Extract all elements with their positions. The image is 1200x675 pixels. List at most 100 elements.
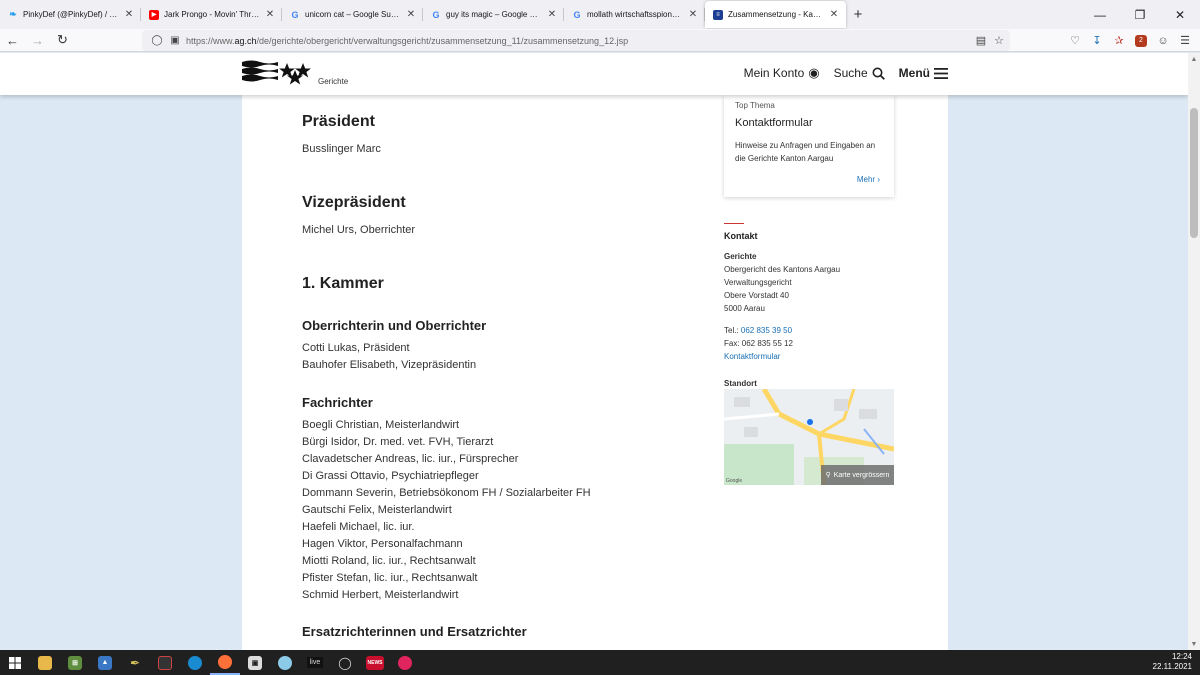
back-icon[interactable]: ←: [0, 29, 25, 52]
mehr-label: Mehr: [856, 175, 876, 184]
tab-title: unicorn cat – Google Suche: [305, 10, 401, 19]
account-icon[interactable]: ☺: [1152, 29, 1174, 52]
close-tab-icon[interactable]: ✕: [264, 9, 276, 20]
chat-bubble-icon: [278, 655, 292, 670]
oberrichter-item: Bauhofer Elisabeth, Vizepräsidentin: [302, 359, 477, 371]
browser-tab[interactable]: ≡ Zusammensetzung - Kanton Aa ✕: [705, 1, 846, 28]
top-thema-card[interactable]: Top Thema Kontaktformular Hinweise zu An…: [724, 95, 894, 197]
fachrichter-item: Boegli Christian, Meisterlandwirt: [302, 419, 460, 431]
taskbar: ⊞ ▲ ✒ ▣ live ◯ NEWS 12:24 22.11.2021: [0, 650, 1200, 675]
suche-link[interactable]: Suche: [834, 66, 885, 80]
praesident-heading: Präsident: [302, 113, 375, 130]
menu-label: Menü: [898, 66, 930, 80]
task-firefox[interactable]: [210, 650, 240, 675]
browser-tab[interactable]: Gmollath wirtschaftsspionage - G ✕: [564, 0, 705, 29]
tab-title: Jark Prongo - Movin' Thru Your: [164, 10, 260, 19]
extension-icon[interactable]: ✰: [1108, 29, 1130, 52]
forward-icon[interactable]: →: [25, 29, 50, 52]
start-button[interactable]: [0, 650, 30, 675]
task-photos[interactable]: ▲: [90, 650, 120, 675]
top-thema-title: Kontaktformular: [735, 117, 813, 129]
url-bar[interactable]: ◯ ▣ https://www.ag.ch/de/gerichte/oberge…: [142, 30, 1010, 51]
mehr-link[interactable]: Mehr ›: [857, 175, 880, 184]
scroll-down-icon[interactable]: ▼: [1188, 638, 1200, 650]
tab-title: PinkyDef (@PinkyDef) / Twitter: [23, 10, 119, 19]
fachrichter-item: Miotti Roland, lic. iur., Rechtsanwalt: [302, 555, 476, 567]
tab-title: Zusammensetzung - Kanton Aa: [728, 10, 824, 19]
pocket-icon[interactable]: ♡: [1064, 29, 1086, 52]
task-news[interactable]: NEWS: [360, 650, 390, 675]
browser-tab[interactable]: ▶ Jark Prongo - Movin' Thru Your ✕: [141, 0, 282, 29]
task-clock-app[interactable]: ◯: [330, 650, 360, 675]
nav-bar: ← → ↻ ◯ ▣ https://www.ag.ch/de/gerichte/…: [0, 29, 1200, 52]
url-prefix: https://www.: [186, 35, 235, 46]
scroll-up-icon[interactable]: ▲: [1188, 53, 1200, 65]
task-edge[interactable]: [180, 650, 210, 675]
mein-konto-link[interactable]: Mein Konto ◉: [744, 65, 820, 81]
scrollbar[interactable]: ▲ ▼: [1188, 53, 1200, 650]
browser-tab[interactable]: Gunicorn cat – Google Suche ✕: [282, 0, 423, 29]
shield-icon[interactable]: ◯: [150, 35, 164, 46]
reader-view-icon[interactable]: ▤: [976, 34, 986, 47]
youtube-icon: ▶: [149, 9, 159, 20]
kontakt-fax: Fax: 062 835 55 12: [724, 339, 793, 348]
folder-icon: [38, 655, 52, 670]
kontaktformular-link[interactable]: Kontaktformular: [724, 350, 780, 363]
fachrichter-item: Pfister Stefan, lic. iur., Rechtsanwalt: [302, 572, 478, 584]
ublock-icon[interactable]: 2: [1130, 29, 1152, 52]
close-tab-icon[interactable]: ✕: [828, 9, 840, 20]
clock-time: 12:24: [1171, 652, 1192, 661]
task-bubble[interactable]: [270, 650, 300, 675]
lock-icon[interactable]: ▣: [168, 35, 182, 46]
scrollbar-thumb[interactable]: [1190, 108, 1198, 238]
fachrichter-item: Schmid Herbert, Meisterlandwirt: [302, 589, 459, 601]
url-text[interactable]: https://www.ag.ch/de/gerichte/obergerich…: [186, 36, 628, 46]
aargau-flag-icon: ≡: [713, 9, 723, 20]
tab-title: mollath wirtschaftsspionage - G: [587, 10, 683, 19]
karte-vergroessern-button[interactable]: ⚲ Karte vergrössern: [821, 465, 894, 485]
tel-link[interactable]: 062 835 39 50: [741, 326, 792, 335]
close-tab-icon[interactable]: ✕: [687, 9, 699, 20]
window-controls: — ❐ ✕: [1080, 0, 1200, 29]
task-pink-app[interactable]: [390, 650, 420, 675]
header-nav: Mein Konto ◉ Suche Menü: [744, 65, 948, 81]
browser-tab[interactable]: ❧ PinkyDef (@PinkyDef) / Twitter ✕: [0, 0, 141, 29]
location-map[interactable]: Google ⚲ Karte vergrössern: [724, 389, 894, 485]
close-tab-icon[interactable]: ✕: [405, 9, 417, 20]
task-calculator[interactable]: ⊞: [60, 650, 90, 675]
app-menu-icon[interactable]: ☰: [1174, 29, 1196, 52]
kammer-heading: 1. Kammer: [302, 275, 384, 292]
close-tab-icon[interactable]: ✕: [546, 9, 558, 20]
task-app-window[interactable]: ▣: [240, 650, 270, 675]
browser-tab[interactable]: Gguy its magic – Google Suche ✕: [423, 0, 564, 29]
pink-app-icon: [398, 655, 412, 670]
zoom-icon: ⚲: [825, 472, 831, 479]
menu-button[interactable]: Menü: [899, 66, 948, 80]
reload-icon[interactable]: ↻: [50, 29, 75, 52]
new-tab-button[interactable]: +: [846, 0, 870, 29]
aargau-logo[interactable]: [242, 59, 312, 85]
system-clock[interactable]: 12:24 22.11.2021: [1153, 652, 1192, 672]
top-thema-description: Hinweise zu Anfragen und Eingaben an die…: [735, 141, 876, 163]
site-header: Gerichte Mein Konto ◉ Suche Menü: [0, 53, 1188, 95]
map-google-label: Google: [726, 478, 743, 484]
google-icon: G: [432, 9, 440, 20]
restore-icon[interactable]: ❐: [1120, 0, 1160, 29]
close-window-icon[interactable]: ✕: [1160, 0, 1200, 29]
kontakt-org: Gerichte: [724, 252, 757, 261]
address-line: 5000 Aarau: [724, 304, 765, 313]
minimize-icon[interactable]: —: [1080, 0, 1120, 29]
tab-strip: ❧ PinkyDef (@PinkyDef) / Twitter ✕ ▶ Jark Pr…: [0, 0, 846, 29]
close-tab-icon[interactable]: ✕: [123, 9, 135, 20]
task-terminal[interactable]: [150, 650, 180, 675]
download-icon[interactable]: ↧: [1086, 29, 1108, 52]
oberrichter-heading: Oberrichterin und Oberrichter: [302, 318, 487, 333]
bookmark-star-icon[interactable]: ☆: [994, 34, 1004, 47]
pen-icon: ✒: [129, 655, 141, 670]
vizepraesident-name: Michel Urs, Oberrichter: [302, 224, 416, 236]
tab-title: guy its magic – Google Suche: [446, 10, 542, 19]
google-icon: G: [573, 9, 581, 20]
task-pen[interactable]: ✒: [120, 650, 150, 675]
task-explorer[interactable]: [30, 650, 60, 675]
task-live[interactable]: live: [300, 650, 330, 675]
